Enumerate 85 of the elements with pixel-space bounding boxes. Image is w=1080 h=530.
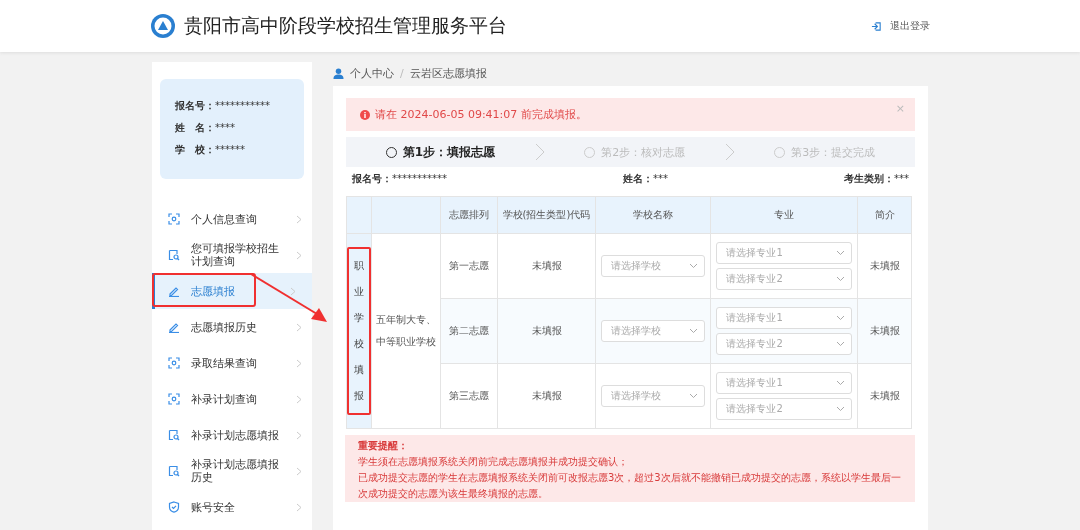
school-select[interactable]: 请选择学校 [601,385,706,407]
table-cell: 第二志愿 [440,298,498,364]
sidebar-item[interactable]: 志愿填报历史 [152,309,312,345]
major-select[interactable]: 请选择专业2 [716,398,852,420]
shield-icon [168,501,180,513]
notice-title: 重要提醒： [358,439,409,453]
caret-icon [836,380,845,386]
scan-icon [168,357,180,369]
caret-icon [836,276,845,282]
table-cell: 未填报 [497,233,596,299]
notice-text: 已成功提交志愿的学生在志愿填报系统关闭前可改报志愿3次，超过3次后就不能撤销已成功提交的志愿，系统以学生最后一次成功提交的志愿为该生最终填报的志愿。 [358,471,902,501]
table-cell: 第一志愿 [440,233,498,299]
notice-text: 学生须在志愿填报系统关闭前完成志愿填报并成功提交确认； [358,455,629,469]
info-icon [360,109,370,120]
sidebar-item[interactable]: 补录计划查询 [152,381,312,417]
logout-link[interactable]: 退出登录 [871,19,930,33]
sidebar-item[interactable]: 补录计划志愿填报 [152,417,312,453]
table-header-cell: 志愿排列 [440,196,498,234]
table-cell: 第三志愿 [440,363,498,429]
major-select[interactable]: 请选择专业2 [716,333,852,355]
profile-field: 学 校：****** [175,143,292,157]
user-icon [333,67,344,79]
chevron-icon [296,394,302,404]
major-select[interactable]: 请选择专业1 [716,242,852,264]
info-field: 报名号：*********** [352,172,447,186]
document-search-icon [168,429,180,441]
info-field: 姓名：*** [623,172,668,186]
chevron-icon [724,143,735,161]
table-header-cell: 学校名称 [595,196,711,234]
chevron-icon [296,466,302,476]
school-select[interactable]: 请选择学校 [601,320,706,342]
major-select[interactable]: 请选择专业1 [716,307,852,329]
site-title: 贵阳市高中阶段学校招生管理服务平台 [184,14,507,38]
document-search-icon [168,465,180,477]
breadcrumb-item: 云岩区志愿填报 [409,65,487,81]
alert-text: 请在 2024-06-05 09:41:07 前完成填报。 [375,107,588,122]
logo-icon [150,13,176,39]
table-header-cell: 学校(招生类型)代码 [497,196,596,234]
school-select[interactable]: 请选择学校 [601,255,706,277]
table-cell: 五年制大专、中等职业学校 [371,233,441,429]
table-header-cell [346,196,372,234]
sidebar-item[interactable]: 个人信息查询 [152,201,312,237]
chevron-icon [296,430,302,440]
major-select[interactable]: 请选择专业2 [716,268,852,290]
profile-field: 报名号：*********** [175,99,292,113]
chevron-icon [296,322,302,332]
table-cell: 未填报 [857,363,912,429]
sidebar-item[interactable]: 您可填报学校招生计划查询 [152,237,312,273]
table-header-cell [371,196,441,234]
table-cell: 未填报 [497,363,596,429]
table-cell: 未填报 [857,298,912,364]
caret-icon [836,315,845,321]
sidebar-item[interactable]: 录取结果查询 [152,345,312,381]
major-select[interactable]: 请选择专业1 [716,372,852,394]
document-search-icon [168,249,180,261]
pen-icon [168,285,180,297]
caret-icon [689,263,699,269]
scan-icon [168,393,180,405]
profile-field: 姓 名：**** [175,121,292,135]
chevron-icon [534,143,545,161]
table-header-cell: 简介 [857,196,912,234]
table-cell: 未填报 [857,233,912,299]
logout-icon [871,20,882,32]
info-field: 考生类别：*** [844,172,909,186]
pen-icon [168,321,180,333]
caret-icon [836,250,845,256]
chevron-icon [296,502,302,512]
caret-icon [836,406,845,412]
group-cell: 职业学校填报 [346,233,372,429]
sidebar-item[interactable]: 账号安全 [152,489,312,525]
breadcrumb-item[interactable]: 个人中心 [350,65,394,81]
chevron-icon [296,214,302,224]
caret-icon [836,341,845,347]
table-header-cell: 专业 [710,196,858,234]
chevron-icon [296,250,302,260]
chevron-icon [290,286,296,296]
table-cell: 未填报 [497,298,596,364]
caret-icon [689,393,699,399]
sidebar-item[interactable]: 志愿填报 [152,273,312,309]
caret-icon [689,328,699,334]
step: 第1步：填报志愿 [385,143,496,161]
chevron-icon [296,358,302,368]
sidebar-item[interactable]: 补录计划志愿填报历史 [152,453,312,489]
breadcrumb-separator: / [400,66,404,80]
scan-icon [168,213,180,225]
